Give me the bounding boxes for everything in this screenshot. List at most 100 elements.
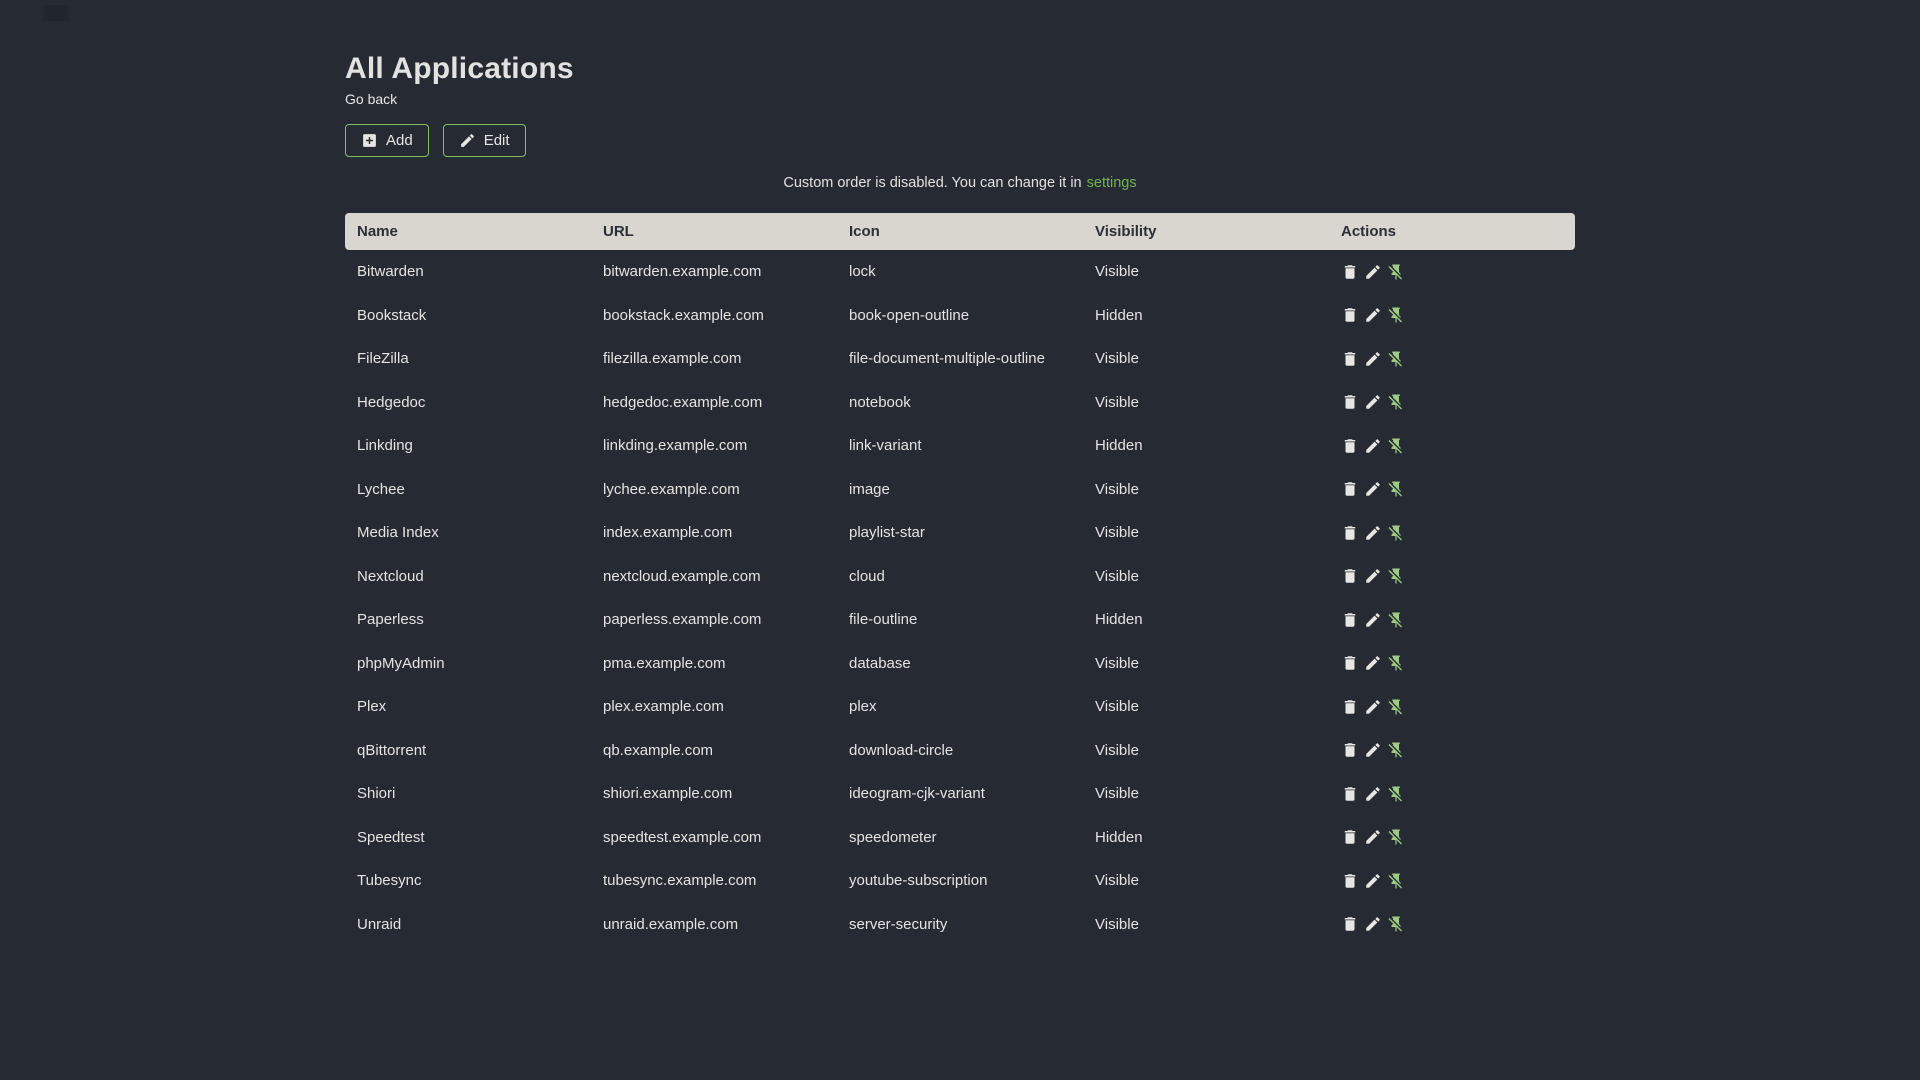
edit-button[interactable]: Edit bbox=[442, 124, 526, 157]
delete-row-button[interactable] bbox=[1341, 524, 1359, 542]
delete-row-button[interactable] bbox=[1341, 350, 1359, 368]
unpin-row-button[interactable] bbox=[1387, 785, 1405, 803]
cell-visibility: Visible bbox=[1095, 785, 1139, 803]
settings-link[interactable]: settings bbox=[1087, 175, 1137, 191]
delete-row-button[interactable] bbox=[1341, 437, 1359, 455]
trash-icon bbox=[1344, 787, 1356, 801]
edit-row-button[interactable] bbox=[1364, 524, 1382, 542]
edit-row-button[interactable] bbox=[1364, 828, 1382, 846]
edit-row-button[interactable] bbox=[1364, 741, 1382, 759]
edit-row-button[interactable] bbox=[1364, 263, 1382, 281]
custom-order-notice: Custom order is disabled. You can change… bbox=[345, 175, 1575, 191]
cell-actions bbox=[1329, 859, 1575, 903]
table-row: Linkding linkding.example.com link-variant… bbox=[345, 424, 1575, 468]
pencil-icon bbox=[1366, 569, 1380, 583]
cell-name: Shiori bbox=[357, 785, 396, 803]
add-button[interactable]: Add bbox=[345, 124, 429, 157]
edit-row-button[interactable] bbox=[1364, 785, 1382, 803]
edit-row-button[interactable] bbox=[1364, 698, 1382, 716]
edit-row-button[interactable] bbox=[1364, 480, 1382, 498]
unpin-row-button[interactable] bbox=[1387, 567, 1405, 585]
unpin-row-button[interactable] bbox=[1387, 741, 1405, 759]
unpin-row-button[interactable] bbox=[1387, 915, 1405, 933]
trash-icon bbox=[1344, 656, 1356, 670]
trash-icon bbox=[1344, 352, 1356, 366]
delete-row-button[interactable] bbox=[1341, 872, 1359, 890]
cell-visibility: Hidden bbox=[1095, 306, 1143, 324]
cell-icon: database bbox=[849, 654, 911, 672]
cell-actions bbox=[1329, 598, 1575, 642]
unpin-row-button[interactable] bbox=[1387, 480, 1405, 498]
table-row: phpMyAdmin pma.example.com database Visible bbox=[345, 642, 1575, 686]
delete-row-button[interactable] bbox=[1341, 828, 1359, 846]
row-actions bbox=[1341, 698, 1575, 716]
pencil-icon bbox=[1366, 482, 1380, 496]
cell-url: nextcloud.example.com bbox=[603, 567, 761, 585]
table-header: Name URL Icon Visibility Actions bbox=[345, 213, 1575, 250]
unpin-row-button[interactable] bbox=[1387, 393, 1405, 411]
delete-row-button[interactable] bbox=[1341, 393, 1359, 411]
trash-icon bbox=[1344, 743, 1356, 757]
edit-row-button[interactable] bbox=[1364, 350, 1382, 368]
edit-row-button[interactable] bbox=[1364, 915, 1382, 933]
edit-row-button[interactable] bbox=[1364, 611, 1382, 629]
edit-row-button[interactable] bbox=[1364, 306, 1382, 324]
unpin-row-button[interactable] bbox=[1387, 654, 1405, 672]
row-actions bbox=[1341, 393, 1575, 411]
pin-off-icon bbox=[1388, 829, 1402, 845]
cell-name: Hedgedoc bbox=[357, 393, 426, 411]
row-actions bbox=[1341, 611, 1575, 629]
cell-icon: plex bbox=[849, 698, 877, 716]
unpin-row-button[interactable] bbox=[1387, 437, 1405, 455]
trash-icon bbox=[1344, 874, 1356, 888]
unpin-row-button[interactable] bbox=[1387, 698, 1405, 716]
delete-row-button[interactable] bbox=[1341, 611, 1359, 629]
unpin-row-button[interactable] bbox=[1387, 263, 1405, 281]
cell-actions bbox=[1329, 294, 1575, 338]
cell-icon: file-outline bbox=[849, 611, 918, 629]
cell-url: shiori.example.com bbox=[603, 785, 733, 803]
row-actions bbox=[1341, 785, 1575, 803]
unpin-row-button[interactable] bbox=[1387, 611, 1405, 629]
pencil-icon bbox=[1366, 612, 1380, 627]
cell-icon: link-variant bbox=[849, 437, 922, 455]
edit-row-button[interactable] bbox=[1364, 654, 1382, 672]
edit-button-label: Edit bbox=[483, 132, 510, 149]
unpin-row-button[interactable] bbox=[1387, 872, 1405, 890]
delete-row-button[interactable] bbox=[1341, 785, 1359, 803]
pencil-icon bbox=[1366, 743, 1380, 757]
cell-visibility: Visible bbox=[1095, 350, 1139, 368]
toolbar: Add Edit bbox=[345, 124, 1575, 157]
delete-row-button[interactable] bbox=[1341, 741, 1359, 759]
cell-actions bbox=[1329, 642, 1575, 686]
cell-actions bbox=[1329, 337, 1575, 381]
edit-row-button[interactable] bbox=[1364, 872, 1382, 890]
edit-row-button[interactable] bbox=[1364, 393, 1382, 411]
delete-row-button[interactable] bbox=[1341, 480, 1359, 498]
pencil-icon bbox=[1366, 438, 1380, 453]
unpin-row-button[interactable] bbox=[1387, 524, 1405, 542]
delete-row-button[interactable] bbox=[1341, 263, 1359, 281]
go-back-link[interactable]: Go back bbox=[345, 91, 397, 107]
pin-off-icon bbox=[1388, 394, 1402, 410]
edit-row-button[interactable] bbox=[1364, 437, 1382, 455]
main-content: All Applications Go back Add Edit Custom… bbox=[345, 0, 1575, 946]
cell-name: Lychee bbox=[357, 480, 405, 498]
unpin-row-button[interactable] bbox=[1387, 350, 1405, 368]
cell-actions bbox=[1329, 729, 1575, 773]
delete-row-button[interactable] bbox=[1341, 306, 1359, 324]
row-actions bbox=[1341, 828, 1575, 846]
unpin-row-button[interactable] bbox=[1387, 306, 1405, 324]
delete-row-button[interactable] bbox=[1341, 567, 1359, 585]
unpin-row-button[interactable] bbox=[1387, 828, 1405, 846]
cell-visibility: Hidden bbox=[1095, 437, 1143, 455]
cell-url: pma.example.com bbox=[603, 654, 726, 672]
edit-row-button[interactable] bbox=[1364, 567, 1382, 585]
pencil-icon bbox=[1366, 525, 1380, 540]
column-header-url: URL bbox=[591, 213, 837, 250]
cell-visibility: Visible bbox=[1095, 263, 1139, 281]
delete-row-button[interactable] bbox=[1341, 654, 1359, 672]
delete-row-button[interactable] bbox=[1341, 698, 1359, 716]
delete-row-button[interactable] bbox=[1341, 915, 1359, 933]
cell-icon: server-security bbox=[849, 915, 948, 933]
